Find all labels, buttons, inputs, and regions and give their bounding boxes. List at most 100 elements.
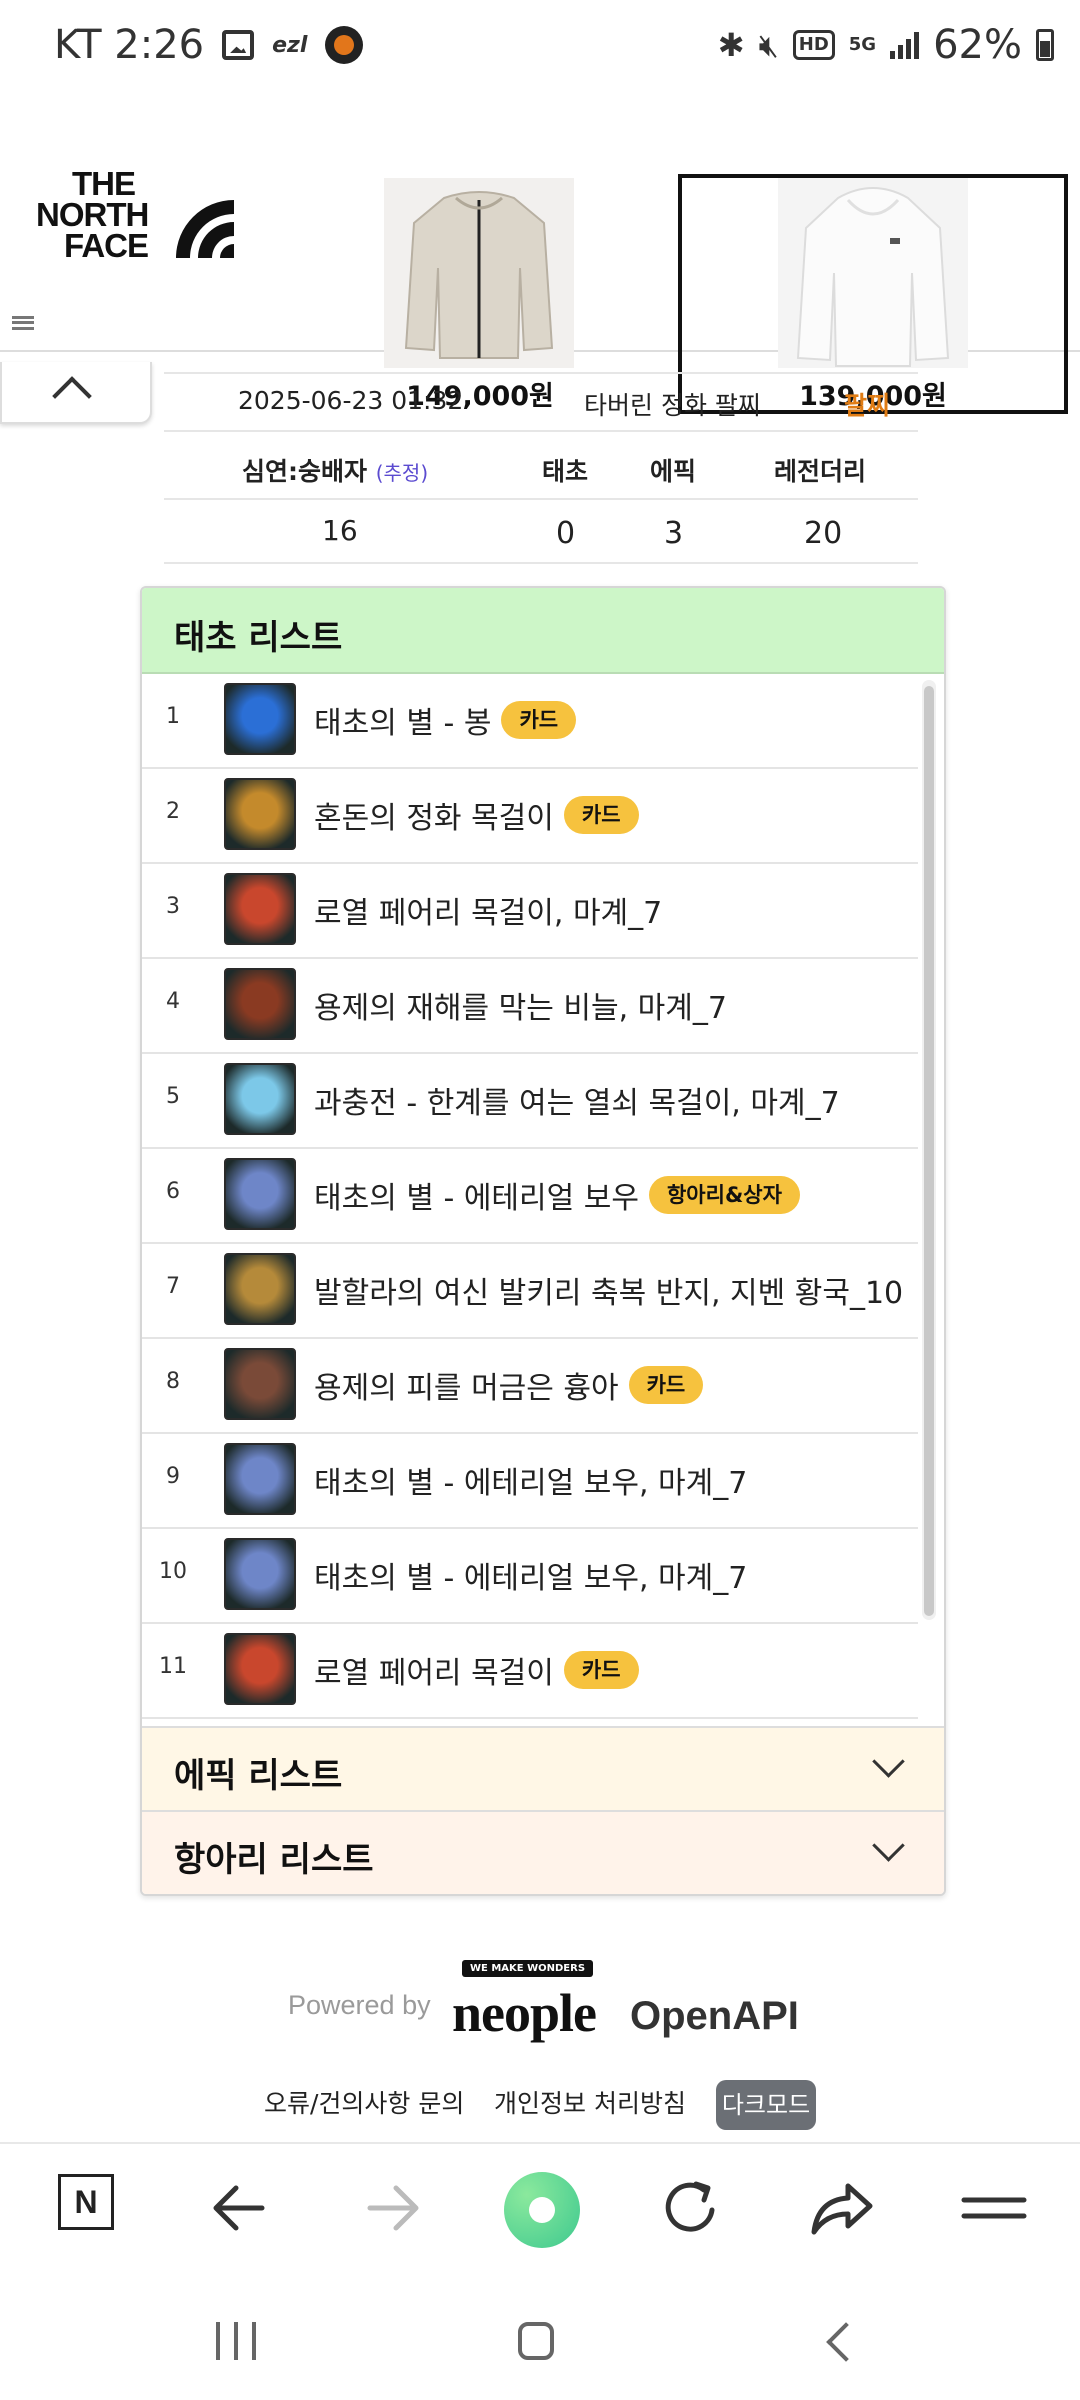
ad-banner[interactable]: THE NORTH FACE 149,000원 139,000원 (0, 80, 1080, 414)
item-icon (224, 1063, 296, 1135)
info-row-values: 16 0 3 20 (164, 500, 918, 564)
item-name: 로열 페어리 목걸이, 마계_7 (314, 896, 663, 931)
item-number: 11 (159, 1654, 187, 1679)
info-row-headers: 심연:숭배자 (추정) 태초 에픽 레전더리 (164, 430, 918, 500)
item-number: 3 (166, 894, 180, 919)
item-number: 10 (159, 1559, 187, 1584)
refresh-icon[interactable] (652, 2170, 728, 2246)
list-scrollbar-thumb[interactable] (924, 686, 934, 1616)
north-face-mark-icon (176, 200, 234, 258)
item-name: 과충전 - 한계를 여는 열쇠 목걸이, 마계_7 (314, 1086, 840, 1121)
product-image-jacket-white[interactable] (778, 178, 968, 368)
chevron-down-icon (872, 1829, 905, 1862)
system-navigation-bar (0, 2290, 1080, 2400)
forward-arrow-icon[interactable] (354, 2170, 430, 2246)
taecho-list: 1 태초의 별 - 봉 카드 2 혼돈의 정화 목걸이 카드 3 로열 페어리 목걸이, 마계… (142, 674, 918, 1719)
dungeon-name: 타버린 정화 팔찌 (584, 391, 761, 420)
item-name: 용제의 재해를 막는 비늘, 마계_7 (314, 991, 727, 1026)
item-number: 8 (166, 1369, 180, 1394)
taecho-list-panel: 태초 리스트 1 태초의 별 - 봉 카드 2 혼돈의 정화 목걸이 카드 3 로열 페어리 … (140, 586, 946, 1896)
ad-menu-icon[interactable] (12, 316, 34, 330)
naver-home-button[interactable]: N (58, 2174, 114, 2230)
list-item[interactable]: 9 태초의 별 - 에테리얼 보우, 마계_7 (142, 1434, 918, 1529)
hd-icon: HD (792, 30, 835, 60)
source-tag: 카드 (501, 701, 577, 739)
item-name: 로열 페어리 목걸이 카드 (314, 1648, 639, 1692)
item-icon (224, 873, 296, 945)
list-item[interactable]: 5 과충전 - 한계를 여는 열쇠 목걸이, 마계_7 (142, 1054, 918, 1149)
estimate-label: (추정) (375, 461, 429, 485)
signal-icon (890, 31, 920, 59)
taecho-header: 태초 (542, 457, 589, 486)
item-number: 7 (166, 1274, 180, 1299)
list-item[interactable]: 8 용제의 피를 머금은 흉아 카드 (142, 1339, 918, 1434)
item-number: 1 (166, 704, 180, 729)
privacy-policy-link[interactable]: 개인정보 처리방침 (494, 2084, 686, 2120)
list-item[interactable]: 4 용제의 재해를 막는 비늘, 마계_7 (142, 959, 918, 1054)
item-name: 발할라의 여신 발키리 축복 반지, 지벤 황국_10 (314, 1276, 904, 1311)
item-number: 5 (166, 1084, 180, 1109)
epic-value: 3 (664, 516, 684, 551)
share-icon[interactable] (804, 2170, 880, 2246)
item-number: 9 (166, 1464, 180, 1489)
ratio-value: 16 (322, 514, 358, 547)
legendary-header: 레전더리 (774, 457, 867, 486)
list-item[interactable]: 1 태초의 별 - 봉 카드 (142, 674, 918, 769)
hangari-list-title: 항아리 리스트 (174, 1840, 374, 1880)
back-icon[interactable] (826, 2322, 866, 2362)
chevron-down-icon (872, 1745, 905, 1778)
item-name: 태초의 별 - 봉 카드 (314, 698, 577, 742)
item-icon (224, 1633, 296, 1705)
source-tag: 카드 (563, 1651, 639, 1689)
item-icon (224, 1348, 296, 1420)
epic-header: 에픽 (650, 457, 697, 486)
taecho-value: 0 (556, 516, 576, 551)
north-face-logo[interactable]: THE NORTH FACE (36, 167, 149, 262)
item-name: 혼돈의 정화 목걸이 카드 (314, 793, 639, 837)
menu-icon[interactable] (956, 2170, 1032, 2246)
item-name: 태초의 별 - 에테리얼 보우 항아리&상자 (314, 1173, 800, 1217)
item-name: 용제의 피를 머금은 흉아 카드 (314, 1363, 704, 1407)
home-icon[interactable] (518, 2322, 554, 2360)
item-icon (224, 1158, 296, 1230)
source-tag: 카드 (563, 796, 639, 834)
recent-apps-icon[interactable] (216, 2322, 256, 2362)
chevron-up-icon (52, 376, 92, 416)
carrier-time: KT 2:26 (54, 22, 205, 68)
item-number: 2 (166, 799, 180, 824)
drop-date: 2025-06-23 01:32 (238, 386, 464, 415)
gallery-icon (222, 30, 255, 60)
5g-icon: 5G (848, 34, 877, 55)
bluetooth-icon: ✱ (717, 26, 745, 64)
whale-home-button[interactable] (504, 2172, 580, 2248)
back-arrow-icon[interactable] (202, 2170, 278, 2246)
item-name: 태초의 별 - 에테리얼 보우, 마계_7 (314, 1561, 748, 1596)
powered-by-text: Powered by (288, 1990, 431, 2020)
collapse-ad-button[interactable] (0, 362, 152, 424)
info-row-meta: 2025-06-23 01:32 타버린 정화 팔찌 팔찌 (164, 372, 918, 432)
list-item[interactable]: 11 로열 페어리 목걸이 카드 (142, 1624, 918, 1719)
item-icon (224, 683, 296, 755)
hangari-list-section[interactable]: 항아리 리스트 (142, 1810, 944, 1894)
item-icon (224, 968, 296, 1040)
item-icon (224, 1538, 296, 1610)
product-image-jacket-beige[interactable] (384, 178, 574, 368)
feedback-link[interactable]: 오류/건의사항 문의 (264, 2084, 464, 2120)
battery-icon (1036, 29, 1054, 61)
ezl-icon: ezl (272, 32, 308, 58)
item-icon (224, 1253, 296, 1325)
list-item[interactable]: 2 혼돈의 정화 목걸이 카드 (142, 769, 918, 864)
source-tag: 항아리&상자 (648, 1176, 800, 1214)
dark-mode-button[interactable]: 다크모드 (716, 2080, 816, 2130)
epic-list-section[interactable]: 에픽 리스트 (142, 1726, 944, 1810)
taecho-list-header[interactable]: 태초 리스트 (142, 588, 944, 674)
item-icon (224, 1443, 296, 1515)
list-item[interactable]: 3 로열 페어리 목걸이, 마계_7 (142, 864, 918, 959)
item-number: 4 (166, 989, 180, 1014)
ratio-header: 심연:숭배자 (추정) (242, 457, 429, 486)
mute-icon: 🔇︎ (758, 25, 779, 64)
list-item[interactable]: 6 태초의 별 - 에테리얼 보우 항아리&상자 (142, 1149, 918, 1244)
list-item[interactable]: 7 발할라의 여신 발키리 축복 반지, 지벤 황국_10 (142, 1244, 918, 1339)
item-icon (224, 778, 296, 850)
list-item[interactable]: 10 태초의 별 - 에테리얼 보우, 마계_7 (142, 1529, 918, 1624)
